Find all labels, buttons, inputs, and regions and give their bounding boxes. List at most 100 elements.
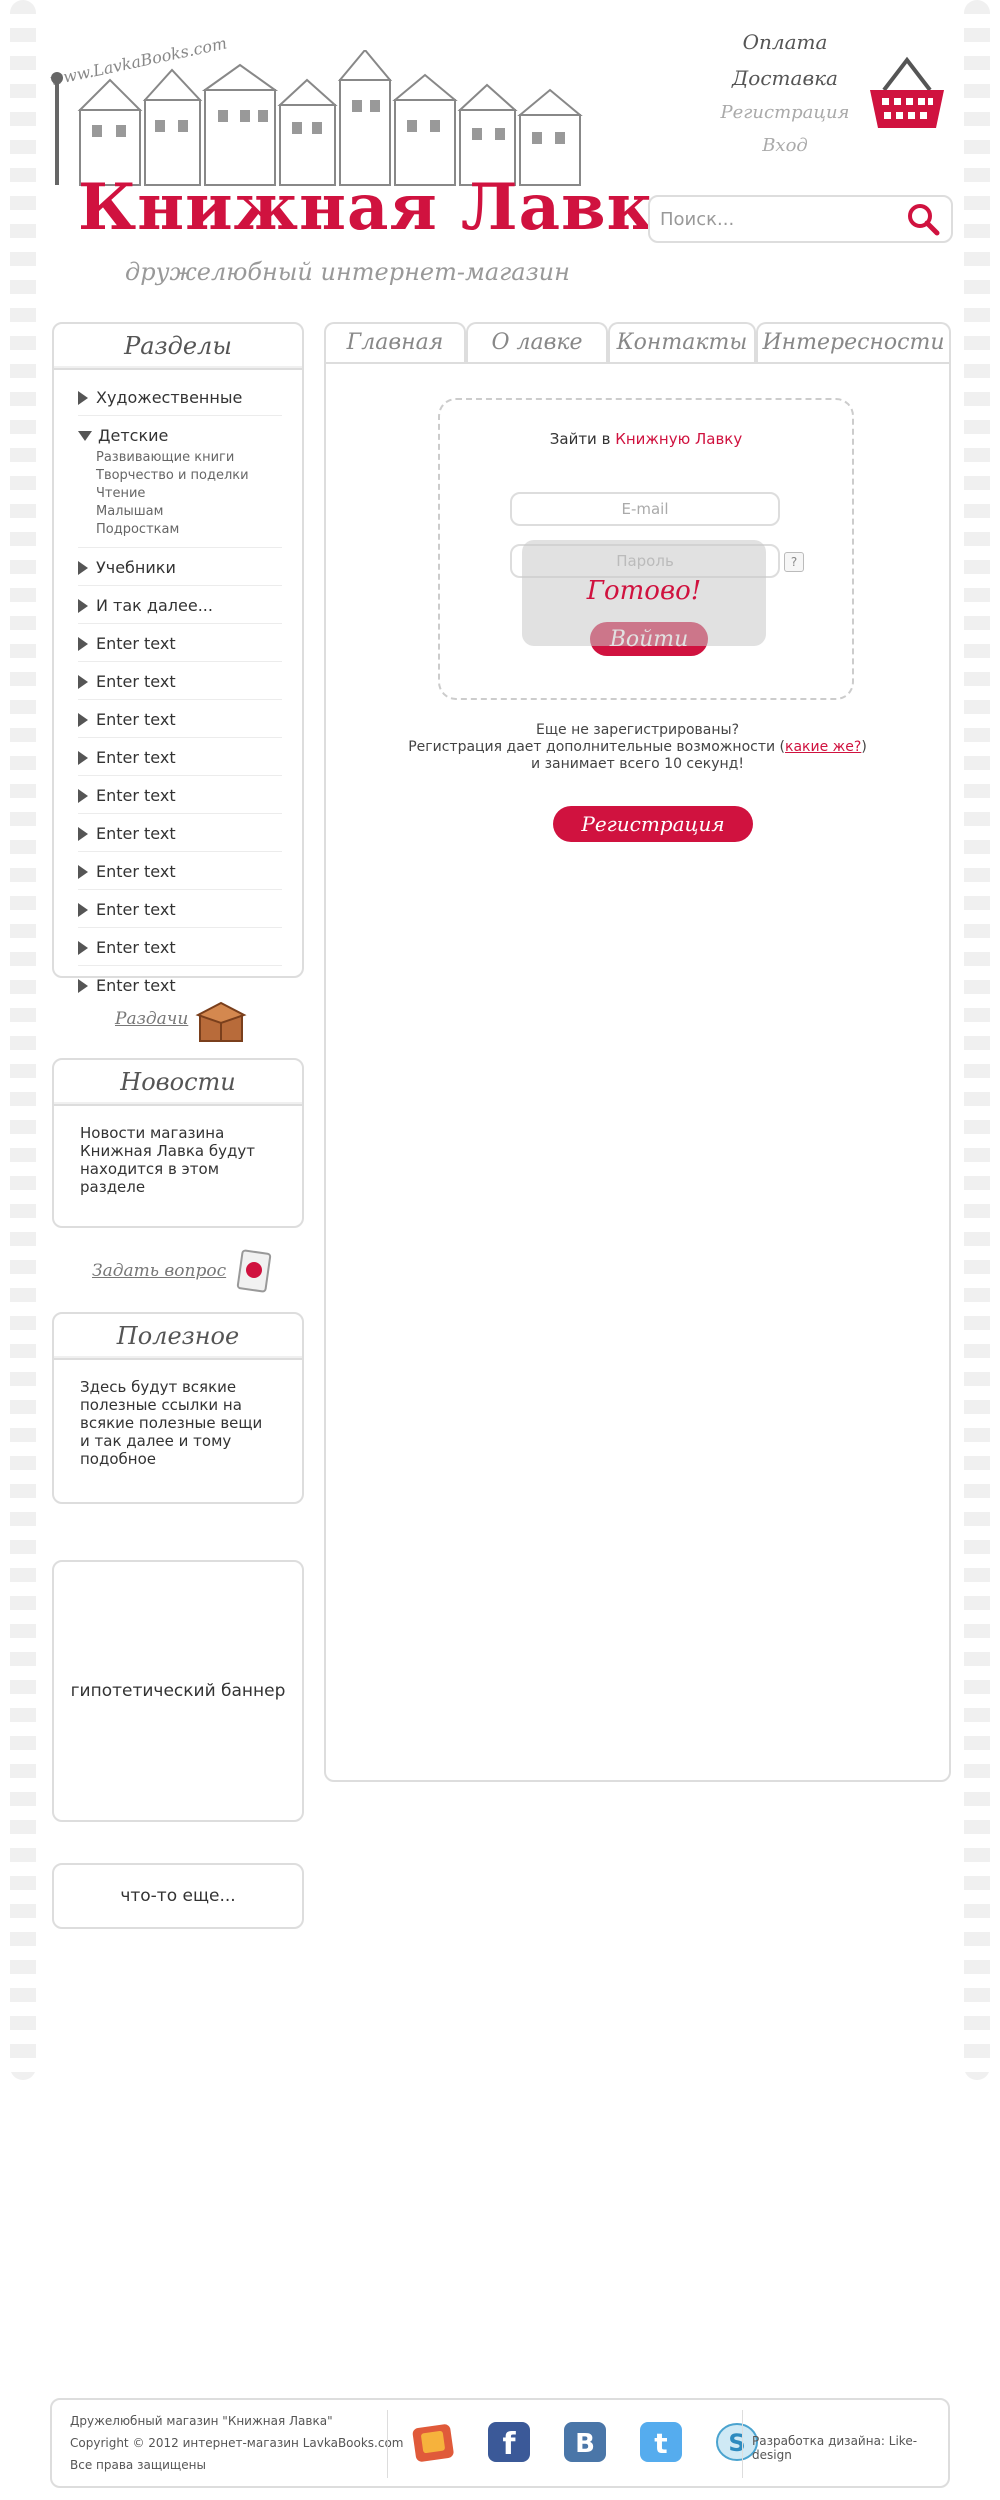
ask-question-label: Задать вопрос [92,1261,227,1281]
magnifier-icon[interactable] [905,201,941,237]
triangle-right-icon [78,788,88,803]
tab-home[interactable]: Главная [324,322,466,362]
register-button[interactable]: Регистрация [553,806,753,842]
category-label: Enter text [96,786,176,805]
triangle-down-icon [78,430,92,441]
news-text: Новости магазина Книжная Лавка будут нах… [80,1124,255,1196]
list-item[interactable]: Enter text [78,662,282,700]
triangle-right-icon [78,826,88,841]
category-list: Художественные Детские Развивающие книги… [54,370,302,1009]
tab-contacts[interactable]: Контакты [608,322,756,362]
email-field[interactable] [510,492,780,526]
login-panel: Зайти в Книжную Лавку ? Войти Готово! [438,398,854,700]
useful-box: Полезное Здесь будут всякие полезные ссы… [52,1312,304,1504]
footer-line-1: Дружелюбный магазин "Книжная Лавка" [70,2414,333,2428]
registration-line-1: Еще не зарегистрированы? [535,722,740,738]
header: www.LavkaBooks.com Книжная Лавка дружелю… [0,0,1000,310]
list-item[interactable]: Enter text [78,928,282,966]
success-text: Готово! [586,576,702,606]
twitter-icon[interactable]: t [638,2420,684,2464]
what-benefits-link[interactable]: какие же? [785,739,861,755]
list-item[interactable]: Учебники [78,548,282,586]
category-label: И так далее... [96,596,213,615]
list-item[interactable]: Enter text [78,814,282,852]
category-label: Enter text [96,862,176,881]
list-item[interactable]: Enter text [78,738,282,776]
footer-divider [387,2410,388,2478]
right-decoration [964,0,990,2080]
news-box: Новости Новости магазина Книжная Лавка б… [52,1058,304,1228]
category-label: Enter text [96,634,176,653]
password-help-button[interactable]: ? [784,552,804,572]
main-tabs: Главная О лавке Контакты Интересности [324,322,951,362]
tab-interesting[interactable]: Интересности [756,322,951,362]
left-decoration [10,0,36,2080]
gift-box-icon [195,1001,247,1042]
login-title: Зайти в Книжную Лавку [440,430,852,448]
giveaways-label: Раздачи [115,1009,189,1029]
subcategory-list: Развивающие книги Творчество и поделки Ч… [78,449,282,539]
svg-text:t: t [654,2427,667,2460]
svg-text:B: B [575,2429,595,2459]
more-box[interactable]: что-то еще... [52,1863,304,1929]
useful-title: Полезное [54,1314,302,1360]
triangle-right-icon [78,598,88,613]
footer-info: Дружелюбный магазин "Книжная Лавка" Copy… [70,2410,404,2476]
ask-question-link[interactable]: Задать вопрос [92,1248,274,1294]
category-label: Enter text [96,710,176,729]
odnoklassniki-icon[interactable] [410,2420,456,2464]
facebook-icon[interactable]: f [486,2420,532,2464]
note-icon [237,1249,272,1293]
banner-text: гипотетический баннер [70,1681,286,1701]
category-label: Учебники [96,558,176,577]
triangle-right-icon [78,636,88,651]
nav-delivery[interactable]: Доставка [700,66,870,90]
top-nav: Оплата Доставка Регистрация Вход [700,30,870,168]
list-item[interactable]: Enter text [78,624,282,662]
nav-payment[interactable]: Оплата [700,30,870,54]
subcategory-item[interactable]: Малышам [96,503,282,521]
subcategory-item[interactable]: Чтение [96,485,282,503]
search-box [648,195,953,243]
search-input[interactable] [660,208,905,230]
list-item[interactable]: Художественные [78,378,282,416]
triangle-right-icon [78,902,88,917]
triangle-right-icon [78,674,88,689]
triangle-right-icon [78,560,88,575]
triangle-right-icon [78,978,88,993]
list-item[interactable]: Enter text [78,890,282,928]
category-label: Enter text [96,900,176,919]
list-item[interactable]: И так далее... [78,586,282,624]
registration-info: Еще не зарегистрированы? Регистрация дае… [330,722,945,773]
registration-line-2-text: Регистрация дает дополнительные возможно… [408,739,785,755]
nav-login[interactable]: Вход [700,135,870,156]
town-illustration [51,50,583,186]
list-item[interactable]: Детские Развивающие книги Творчество и п… [78,416,282,548]
login-title-accent: Книжную Лавку [615,430,743,448]
list-item[interactable]: Enter text [78,776,282,814]
list-item[interactable]: Enter text [78,852,282,890]
vkontakte-icon[interactable]: B [562,2420,608,2464]
subcategory-item[interactable]: Подросткам [96,521,282,539]
triangle-right-icon [78,750,88,765]
banner-box[interactable]: гипотетический баннер [52,1560,304,1822]
footer-line-2: Copyright © 2012 интернет-магазин LavkaB… [70,2436,404,2450]
tab-about[interactable]: О лавке [466,322,608,362]
registration-line-2: Регистрация дает дополнительные возможно… [330,739,945,756]
category-label: Enter text [96,976,176,995]
success-overlay: Готово! [522,540,766,646]
news-title: Новости [54,1060,302,1106]
category-label: Художественные [96,388,243,407]
subcategory-item[interactable]: Творчество и поделки [96,467,282,485]
category-label: Enter text [96,938,176,957]
list-item[interactable]: Enter text [78,700,282,738]
subcategory-item[interactable]: Развивающие книги [96,449,282,467]
login-title-prefix: Зайти в [549,430,616,448]
logo-title: Книжная Лавка [78,170,697,245]
useful-text: Здесь будут всякие полезные ссылки на вс… [80,1378,263,1468]
basket-icon[interactable] [862,50,952,140]
design-credit[interactable]: Разработка дизайна: Like-design [752,2434,948,2462]
nav-registration[interactable]: Регистрация [700,102,870,123]
giveaways-link[interactable]: Раздачи [115,995,248,1043]
category-label: Детские [98,426,169,445]
